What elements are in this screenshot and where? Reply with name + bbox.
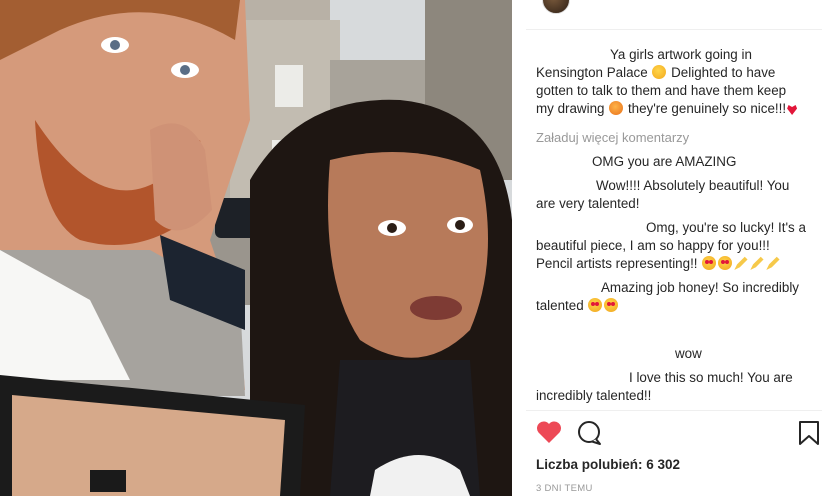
likes-count[interactable]: Liczba polubień: 6 302 [536,457,680,472]
pencil-emoji-icon [766,256,780,270]
save-button[interactable] [798,420,826,448]
heart-emoji-icon [787,105,798,115]
comment-text: Omg, you're so lucky! It's a beautiful p… [536,220,806,271]
caption-part-3: they're genuinely so nice!!! [627,101,787,116]
heart-icon [536,421,562,443]
load-more-comments-link[interactable]: Załaduj więcej komentarzy [536,129,689,147]
post-photo[interactable] [0,0,512,496]
comment-text: Amazing job honey! So incredibly talente… [536,280,799,313]
comment-text: I love this so much! You are incredibly … [536,370,793,403]
comment-3: Omg, you're so lucky! It's a beautiful p… [536,219,806,273]
actions-divider [526,410,822,411]
likes-number: 6 302 [646,457,681,472]
post-timestamp[interactable]: 3 DNI TEMU [536,483,593,494]
comment-2: Wow!!!! Absolutely beautiful! You are ve… [536,177,806,213]
post-caption: Ya girls artwork going in Kensington Pal… [536,46,806,118]
bookmark-icon [799,421,819,445]
heart-eyes-emoji-icon [604,298,619,312]
comment-bubble-icon [578,421,601,445]
post-sidebar: Ya girls artwork going in Kensington Pal… [512,0,830,496]
like-button[interactable] [536,420,564,448]
thinking-face-emoji-icon [652,65,667,79]
grinning-face-emoji-icon [609,101,624,115]
pencil-emoji-icon [734,256,748,270]
pencil-emoji-icon [750,256,764,270]
comment-4: Amazing job honey! So incredibly talente… [536,279,806,315]
header-divider [526,29,822,30]
comment-text: Wow!!!! Absolutely beautiful! You are ve… [536,178,790,211]
comment-6: I love this so much! You are incredibly … [536,369,806,405]
likes-label: Liczba polubień: [536,457,643,472]
comment-5: wow [536,345,806,363]
heart-eyes-emoji-icon [718,256,733,270]
comment-text: OMG you are AMAZING [592,154,737,169]
heart-eyes-emoji-icon [702,256,717,270]
comment-button[interactable] [576,420,604,448]
post-photo-image [0,0,512,496]
comment-text: wow [675,346,702,361]
author-avatar[interactable] [542,0,570,14]
comment-1: OMG you are AMAZING [536,153,806,171]
heart-eyes-emoji-icon [588,298,603,312]
post-actions-bar [536,420,830,448]
